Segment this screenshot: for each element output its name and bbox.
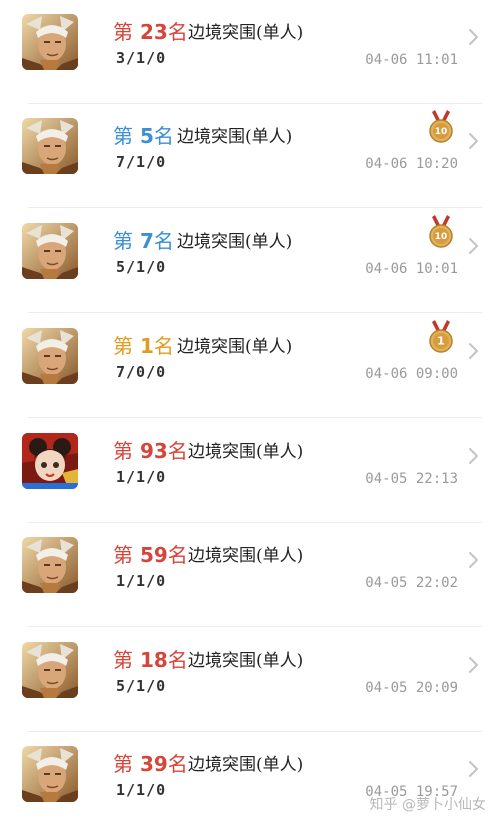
rank-label: 第 39名 xyxy=(113,748,188,777)
hero-avatar xyxy=(22,328,78,384)
rank-suffix: 名 xyxy=(153,334,174,358)
row-divider xyxy=(28,626,482,627)
rank-suffix: 名 xyxy=(167,439,188,463)
row-divider xyxy=(28,312,482,313)
game-mode-label: 边境突围(单人) xyxy=(188,755,304,775)
hero-avatar xyxy=(22,433,78,489)
rank-prefix: 第 xyxy=(113,229,133,253)
rank-suffix: 名 xyxy=(153,124,174,148)
rank-number: 1 xyxy=(133,334,154,358)
rank-prefix: 第 xyxy=(113,439,133,463)
rank-suffix: 名 xyxy=(153,229,174,253)
rank-prefix: 第 xyxy=(113,543,133,567)
game-mode-label: 边境突围(单人) xyxy=(188,23,304,43)
svg-text:10: 10 xyxy=(435,232,448,242)
rank-number: 93 xyxy=(133,439,168,463)
rank-label: 第 59名 xyxy=(113,539,188,568)
rank-suffix: 名 xyxy=(167,752,188,776)
kda-value: 5/1/0 xyxy=(116,258,167,276)
game-mode-label: 边境突围(单人) xyxy=(177,232,293,252)
game-mode-label: 边境突围(单人) xyxy=(188,442,304,462)
match-timestamp: 04-05 20:09 xyxy=(365,680,458,696)
row-divider xyxy=(28,417,482,418)
hero-avatar xyxy=(22,746,78,802)
rank-label: 第 23名 xyxy=(113,16,188,45)
rank-label: 第 18名 xyxy=(113,644,188,673)
kda-value: 1/1/0 xyxy=(116,572,167,590)
chevron-right-icon[interactable] xyxy=(468,237,480,255)
hero-avatar xyxy=(22,642,78,698)
rank-number: 5 xyxy=(133,124,154,148)
kda-value: 7/1/0 xyxy=(116,153,167,171)
rank-label: 第 5名 xyxy=(113,120,174,149)
rank-number: 39 xyxy=(133,752,168,776)
rank-label: 第 1名 xyxy=(113,330,174,359)
svg-text:1: 1 xyxy=(437,335,445,348)
match-history-list: 第 23名 边境突围(单人) 3/1/0 04-06 11:01 第 5名 边境突围(单人… xyxy=(0,0,500,826)
match-row[interactable]: 第 18名 边境突围(单人) 5/1/0 04-05 20:09 xyxy=(0,628,500,732)
chevron-right-icon[interactable] xyxy=(468,447,480,465)
game-mode-label: 边境突围(单人) xyxy=(177,337,293,357)
hero-avatar xyxy=(22,118,78,174)
match-timestamp: 04-05 22:13 xyxy=(365,471,458,487)
match-timestamp: 04-05 22:02 xyxy=(365,575,458,591)
match-timestamp: 04-06 09:00 xyxy=(365,366,458,382)
match-row[interactable]: 第 59名 边境突围(单人) 1/1/0 04-05 22:02 xyxy=(0,523,500,627)
svg-text:10: 10 xyxy=(435,127,448,137)
medal-icon: 1 xyxy=(428,320,454,354)
kda-value: 3/1/0 xyxy=(116,49,167,67)
rank-label: 第 7名 xyxy=(113,225,174,254)
chevron-right-icon[interactable] xyxy=(468,28,480,46)
rank-number: 59 xyxy=(133,543,168,567)
game-mode-label: 边境突围(单人) xyxy=(177,127,293,147)
chevron-right-icon[interactable] xyxy=(468,132,480,150)
match-timestamp: 04-06 11:01 xyxy=(365,52,458,68)
match-timestamp: 04-06 10:01 xyxy=(365,261,458,277)
match-row[interactable]: 第 93名 边境突围(单人) 1/1/0 04-05 22:13 xyxy=(0,419,500,523)
rank-prefix: 第 xyxy=(113,334,133,358)
rank-prefix: 第 xyxy=(113,20,133,44)
kda-value: 1/1/0 xyxy=(116,468,167,486)
kda-value: 5/1/0 xyxy=(116,677,167,695)
hero-avatar xyxy=(22,14,78,70)
rank-number: 7 xyxy=(133,229,154,253)
match-row[interactable]: 第 7名 边境突围(单人) 5/1/0 04-06 10:01 10 xyxy=(0,209,500,313)
chevron-right-icon[interactable] xyxy=(468,551,480,569)
medal-icon: 10 xyxy=(428,215,454,249)
chevron-right-icon[interactable] xyxy=(468,342,480,360)
match-timestamp: 04-06 10:20 xyxy=(365,156,458,172)
match-row[interactable]: 第 5名 边境突围(单人) 7/1/0 04-06 10:20 10 xyxy=(0,104,500,208)
match-row[interactable]: 第 23名 边境突围(单人) 3/1/0 04-06 11:01 xyxy=(0,0,500,104)
rank-number: 23 xyxy=(133,20,168,44)
match-row[interactable]: 第 1名 边境突围(单人) 7/0/0 04-06 09:00 1 xyxy=(0,314,500,418)
rank-suffix: 名 xyxy=(167,543,188,567)
rank-prefix: 第 xyxy=(113,124,133,148)
game-mode-label: 边境突围(单人) xyxy=(188,546,304,566)
chevron-right-icon[interactable] xyxy=(468,760,480,778)
rank-suffix: 名 xyxy=(167,648,188,672)
game-mode-label: 边境突围(单人) xyxy=(188,651,304,671)
rank-suffix: 名 xyxy=(167,20,188,44)
rank-prefix: 第 xyxy=(113,752,133,776)
watermark: 知乎 @萝卜小仙女 xyxy=(369,797,486,813)
chevron-right-icon[interactable] xyxy=(468,656,480,674)
rank-number: 18 xyxy=(133,648,168,672)
kda-value: 1/1/0 xyxy=(116,781,167,799)
kda-value: 7/0/0 xyxy=(116,363,167,381)
rank-label: 第 93名 xyxy=(113,435,188,464)
hero-avatar xyxy=(22,537,78,593)
hero-avatar xyxy=(22,223,78,279)
rank-prefix: 第 xyxy=(113,648,133,672)
row-divider xyxy=(28,207,482,208)
medal-icon: 10 xyxy=(428,110,454,144)
